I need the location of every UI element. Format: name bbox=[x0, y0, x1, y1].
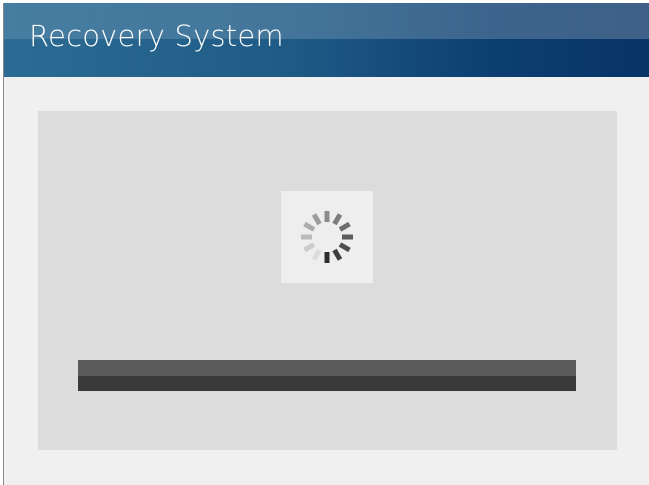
loading-spinner-icon bbox=[301, 211, 353, 263]
recovery-window: Recovery System bbox=[3, 3, 649, 485]
spinner-segment bbox=[303, 221, 316, 232]
spinner-segment bbox=[332, 213, 343, 226]
spinner-segment bbox=[311, 213, 322, 226]
progress-bar-highlight bbox=[78, 360, 576, 376]
spinner-segment bbox=[311, 248, 322, 261]
spinner-segment bbox=[303, 242, 316, 253]
content-panel bbox=[38, 111, 617, 450]
spinner-segment bbox=[338, 242, 351, 253]
header-bar: Recovery System bbox=[4, 3, 649, 77]
progress-bar bbox=[78, 360, 576, 391]
spinner-container bbox=[281, 191, 373, 283]
spinner-segment bbox=[338, 221, 351, 232]
page-title: Recovery System bbox=[29, 19, 284, 53]
spinner-segment bbox=[332, 248, 343, 261]
